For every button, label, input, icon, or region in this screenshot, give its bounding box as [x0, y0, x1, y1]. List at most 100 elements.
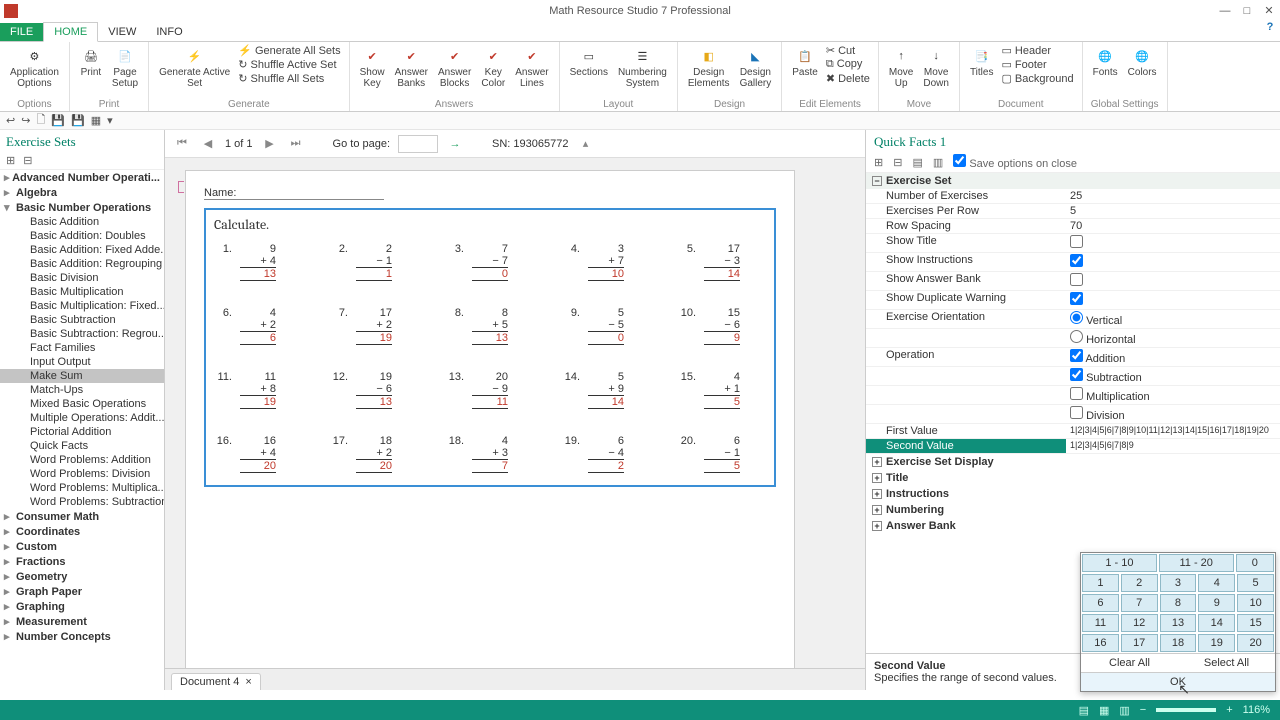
tree-item[interactable]: Multiple Operations: Addit... — [0, 411, 164, 425]
tree-item[interactable]: Match-Ups — [0, 383, 164, 397]
show-title-checkbox[interactable] — [1070, 235, 1083, 248]
per-row-value[interactable]: 5 — [1066, 204, 1280, 218]
generate-active-button[interactable]: ⚡Generate ActiveSet — [155, 44, 234, 91]
value-13-button[interactable]: 13 — [1160, 614, 1197, 632]
tree-category[interactable]: ▸Number Concepts — [0, 629, 164, 644]
show-answerbank-checkbox[interactable] — [1070, 273, 1083, 286]
tree-item[interactable]: Word Problems: Multiplica... — [0, 481, 164, 495]
tree-category[interactable]: ▸Algebra — [0, 185, 164, 200]
tab-home[interactable]: HOME — [43, 22, 98, 42]
value-6-button[interactable]: 6 — [1082, 594, 1119, 612]
move-down-button[interactable]: ↓MoveDown — [919, 44, 953, 91]
qat-save-icon[interactable]: 💾 — [51, 114, 65, 127]
tree-category[interactable]: ▸Measurement — [0, 614, 164, 629]
prop-az-icon[interactable]: ⊟ — [893, 156, 902, 169]
tree-collapse-icon[interactable]: ⊟ — [23, 154, 32, 167]
value-18-button[interactable]: 18 — [1160, 634, 1197, 652]
value-12-button[interactable]: 12 — [1121, 614, 1158, 632]
titles-button[interactable]: 📑Titles — [966, 44, 998, 80]
tree-item[interactable]: Quick Facts — [0, 439, 164, 453]
goto-page-input[interactable] — [398, 135, 438, 153]
view1-icon[interactable]: ▤ — [1079, 704, 1089, 717]
view2-icon[interactable]: ▦ — [1099, 704, 1109, 717]
footer-button[interactable]: ▭ Footer — [999, 58, 1075, 71]
shuffle-active-button[interactable]: ↻ Shuffle Active Set — [236, 58, 342, 71]
property-category[interactable]: + Title — [866, 470, 1280, 486]
prop-cat-icon[interactable]: ⊞ — [874, 156, 883, 169]
range-11-20-button[interactable]: 11 - 20 — [1159, 554, 1234, 572]
design-elements-button[interactable]: ◧DesignElements — [684, 44, 734, 91]
qat-layout-icon[interactable]: ▦ — [91, 114, 101, 127]
answer-lines-button[interactable]: ✔AnswerLines — [511, 44, 552, 91]
colors-button[interactable]: 🌐Colors — [1124, 44, 1161, 80]
value-19-button[interactable]: 19 — [1198, 634, 1235, 652]
tree-category[interactable]: ▸Custom — [0, 539, 164, 554]
nav-prev-icon[interactable]: ◀ — [199, 135, 217, 153]
orient-vertical-radio[interactable]: Vertical — [1070, 315, 1122, 327]
tree-item[interactable]: Input Output — [0, 355, 164, 369]
header-button[interactable]: ▭ Header — [999, 44, 1075, 57]
range-0-button[interactable]: 0 — [1236, 554, 1274, 572]
help-icon[interactable]: ? — [1260, 21, 1280, 41]
qat-new-icon[interactable]: 🗋 — [36, 111, 45, 130]
tree-expand-icon[interactable]: ⊞ — [6, 154, 15, 167]
row-spacing-value[interactable]: 70 — [1066, 219, 1280, 233]
show-dup-checkbox[interactable] — [1070, 292, 1083, 305]
value-10-button[interactable]: 10 — [1237, 594, 1274, 612]
ok-button[interactable]: OK — [1081, 672, 1275, 691]
tree-item[interactable]: Word Problems: Addition — [0, 453, 164, 467]
value-15-button[interactable]: 15 — [1237, 614, 1274, 632]
page-setup-button[interactable]: 📄PageSetup — [108, 44, 142, 91]
tree-item[interactable]: Basic Division — [0, 271, 164, 285]
design-gallery-button[interactable]: ◣DesignGallery — [736, 44, 776, 91]
key-color-button[interactable]: ✔KeyColor — [477, 44, 509, 91]
zoom-out-icon[interactable]: − — [1140, 704, 1146, 716]
prop-p1-icon[interactable]: ▤ — [912, 156, 922, 169]
paste-button[interactable]: 📋Paste — [788, 44, 822, 80]
sn-dropdown-icon[interactable]: ▴ — [576, 135, 594, 153]
zoom-slider[interactable] — [1156, 708, 1216, 712]
show-key-button[interactable]: ✔ShowKey — [356, 44, 389, 91]
property-category[interactable]: + Instructions — [866, 486, 1280, 502]
tree-item[interactable]: Basic Multiplication: Fixed... — [0, 299, 164, 313]
maximize-button[interactable]: □ — [1236, 2, 1258, 20]
tab-view[interactable]: VIEW — [98, 23, 146, 41]
value-4-button[interactable]: 4 — [1198, 574, 1235, 592]
tree-item[interactable]: Basic Addition: Doubles — [0, 229, 164, 243]
app-options-button[interactable]: ⚙ApplicationOptions — [6, 44, 63, 91]
value-8-button[interactable]: 8 — [1160, 594, 1197, 612]
tab-file[interactable]: FILE — [0, 23, 43, 41]
tree-category[interactable]: ▸Geometry — [0, 569, 164, 584]
close-tab-icon[interactable]: × — [245, 676, 251, 688]
tree-category[interactable]: ▸Advanced Number Operati... — [0, 170, 164, 185]
answer-banks-button[interactable]: ✔AnswerBanks — [391, 44, 432, 91]
tree-category[interactable]: ▾Basic Number Operations — [0, 200, 164, 215]
value-14-button[interactable]: 14 — [1198, 614, 1235, 632]
value-16-button[interactable]: 16 — [1082, 634, 1119, 652]
second-value-field[interactable]: 1|2|3|4|5|6|7|8|9 — [1066, 439, 1280, 453]
qat-back-icon[interactable]: ↩ — [6, 114, 15, 127]
first-value-field[interactable]: 1|2|3|4|5|6|7|8|9|10|11|12|13|14|15|16|1… — [1066, 424, 1280, 438]
answer-blocks-button[interactable]: ✔AnswerBlocks — [434, 44, 475, 91]
move-up-button[interactable]: ↑MoveUp — [885, 44, 917, 91]
clear-all-button[interactable]: Clear All — [1081, 653, 1178, 672]
tree-item[interactable]: Basic Multiplication — [0, 285, 164, 299]
property-category[interactable]: + Exercise Set Display — [866, 454, 1280, 470]
tree-category[interactable]: ▸Coordinates — [0, 524, 164, 539]
tree-category[interactable]: ▸Graph Paper — [0, 584, 164, 599]
value-20-button[interactable]: 20 — [1237, 634, 1274, 652]
tree-item[interactable]: Word Problems: Division — [0, 467, 164, 481]
background-button[interactable]: ▢ Background — [999, 72, 1075, 85]
tree-item[interactable]: Make Sum — [0, 369, 164, 383]
tree-item[interactable]: Fact Families — [0, 341, 164, 355]
property-category[interactable]: + Answer Bank — [866, 518, 1280, 534]
value-9-button[interactable]: 9 — [1198, 594, 1235, 612]
value-7-button[interactable]: 7 — [1121, 594, 1158, 612]
qat-dropdown-icon[interactable]: ▾ — [107, 114, 113, 127]
tree-item[interactable]: Mixed Basic Operations — [0, 397, 164, 411]
tree-item[interactable]: Basic Addition: Fixed Adde... — [0, 243, 164, 257]
cat-exercise-set[interactable]: Exercise Set — [886, 175, 951, 187]
zoom-in-icon[interactable]: + — [1226, 704, 1232, 716]
view3-icon[interactable]: ▥ — [1119, 704, 1129, 717]
value-2-button[interactable]: 2 — [1121, 574, 1158, 592]
